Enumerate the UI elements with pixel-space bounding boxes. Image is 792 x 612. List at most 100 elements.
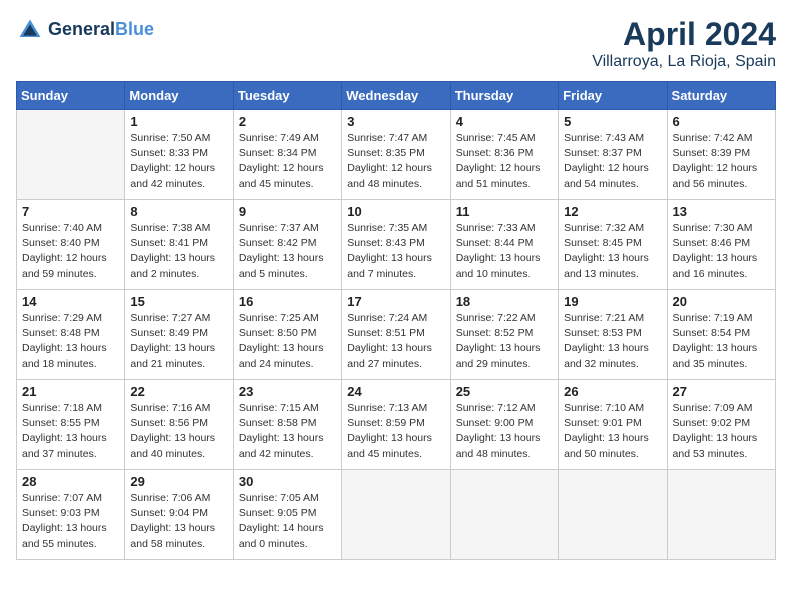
day-number: 19 <box>564 294 661 309</box>
logo-icon <box>16 16 44 44</box>
calendar-cell: 10Sunrise: 7:35 AM Sunset: 8:43 PM Dayli… <box>342 200 450 290</box>
calendar-cell: 30Sunrise: 7:05 AM Sunset: 9:05 PM Dayli… <box>233 470 341 560</box>
day-info: Sunrise: 7:50 AM Sunset: 8:33 PM Dayligh… <box>130 131 227 192</box>
calendar-cell <box>667 470 775 560</box>
calendar-body: 1 Sunrise: 7:50 AM Sunset: 8:33 PM Daylig… <box>17 110 776 560</box>
calendar-week-row: 1 Sunrise: 7:50 AM Sunset: 8:33 PM Daylig… <box>17 110 776 200</box>
day-number: 2 <box>239 114 336 129</box>
calendar-cell: 8Sunrise: 7:38 AM Sunset: 8:41 PM Daylig… <box>125 200 233 290</box>
day-info: Sunrise: 7:27 AM Sunset: 8:49 PM Dayligh… <box>130 311 227 372</box>
calendar-week-row: 7 Sunrise: 7:40 AM Sunset: 8:40 PM Daylig… <box>17 200 776 290</box>
calendar-cell: 22 Sunrise: 7:16 AM Sunset: 8:56 PM Dayli… <box>125 380 233 470</box>
day-number: 23 <box>239 384 336 399</box>
day-number: 3 <box>347 114 444 129</box>
calendar-cell: 17 Sunrise: 7:24 AM Sunset: 8:51 PM Dayli… <box>342 290 450 380</box>
weekday-header-cell: Wednesday <box>342 82 450 110</box>
calendar-cell: 9 Sunrise: 7:37 AM Sunset: 8:42 PM Daylig… <box>233 200 341 290</box>
weekday-header-row: SundayMondayTuesdayWednesdayThursdayFrid… <box>17 82 776 110</box>
day-info: Sunrise: 7:33 AM Sunset: 8:44 PM Dayligh… <box>456 221 553 282</box>
calendar-cell: 12Sunrise: 7:32 AM Sunset: 8:45 PM Dayli… <box>559 200 667 290</box>
day-number: 25 <box>456 384 553 399</box>
weekday-header-cell: Thursday <box>450 82 558 110</box>
day-number: 20 <box>673 294 770 309</box>
calendar-week-row: 14Sunrise: 7:29 AM Sunset: 8:48 PM Dayli… <box>17 290 776 380</box>
calendar-cell <box>559 470 667 560</box>
calendar-cell: 27 Sunrise: 7:09 AM Sunset: 9:02 PM Dayli… <box>667 380 775 470</box>
calendar-cell: 4Sunrise: 7:45 AM Sunset: 8:36 PM Daylig… <box>450 110 558 200</box>
day-number: 24 <box>347 384 444 399</box>
day-number: 21 <box>22 384 119 399</box>
day-info: Sunrise: 7:40 AM Sunset: 8:40 PM Dayligh… <box>22 221 119 282</box>
day-info: Sunrise: 7:37 AM Sunset: 8:42 PM Dayligh… <box>239 221 336 282</box>
weekday-header-cell: Monday <box>125 82 233 110</box>
day-number: 28 <box>22 474 119 489</box>
day-number: 10 <box>347 204 444 219</box>
day-info: Sunrise: 7:24 AM Sunset: 8:51 PM Dayligh… <box>347 311 444 372</box>
calendar-cell: 15 Sunrise: 7:27 AM Sunset: 8:49 PM Dayli… <box>125 290 233 380</box>
day-info: Sunrise: 7:16 AM Sunset: 8:56 PM Dayligh… <box>130 401 227 462</box>
calendar-cell <box>342 470 450 560</box>
logo-text: GeneralBlue <box>48 20 154 40</box>
day-info: Sunrise: 7:15 AM Sunset: 8:58 PM Dayligh… <box>239 401 336 462</box>
day-number: 30 <box>239 474 336 489</box>
day-info: Sunrise: 7:10 AM Sunset: 9:01 PM Dayligh… <box>564 401 661 462</box>
day-info: Sunrise: 7:07 AM Sunset: 9:03 PM Dayligh… <box>22 491 119 552</box>
day-number: 18 <box>456 294 553 309</box>
day-number: 17 <box>347 294 444 309</box>
calendar-subtitle: Villarroya, La Rioja, Spain <box>592 53 776 71</box>
day-number: 22 <box>130 384 227 399</box>
day-info: Sunrise: 7:25 AM Sunset: 8:50 PM Dayligh… <box>239 311 336 372</box>
day-info: Sunrise: 7:42 AM Sunset: 8:39 PM Dayligh… <box>673 131 770 192</box>
day-number: 26 <box>564 384 661 399</box>
calendar-cell: 2Sunrise: 7:49 AM Sunset: 8:34 PM Daylig… <box>233 110 341 200</box>
logo: GeneralBlue <box>16 16 154 44</box>
weekday-header-cell: Friday <box>559 82 667 110</box>
day-info: Sunrise: 7:06 AM Sunset: 9:04 PM Dayligh… <box>130 491 227 552</box>
day-info: Sunrise: 7:47 AM Sunset: 8:35 PM Dayligh… <box>347 131 444 192</box>
day-info: Sunrise: 7:45 AM Sunset: 8:36 PM Dayligh… <box>456 131 553 192</box>
calendar-week-row: 21Sunrise: 7:18 AM Sunset: 8:55 PM Dayli… <box>17 380 776 470</box>
calendar-cell: 19 Sunrise: 7:21 AM Sunset: 8:53 PM Dayli… <box>559 290 667 380</box>
day-number: 29 <box>130 474 227 489</box>
day-info: Sunrise: 7:22 AM Sunset: 8:52 PM Dayligh… <box>456 311 553 372</box>
calendar-cell: 16 Sunrise: 7:25 AM Sunset: 8:50 PM Dayli… <box>233 290 341 380</box>
day-info: Sunrise: 7:21 AM Sunset: 8:53 PM Dayligh… <box>564 311 661 372</box>
calendar-cell <box>17 110 125 200</box>
day-info: Sunrise: 7:19 AM Sunset: 8:54 PM Dayligh… <box>673 311 770 372</box>
title-area: April 2024 Villarroya, La Rioja, Spain <box>592 16 776 71</box>
calendar-cell: 26 Sunrise: 7:10 AM Sunset: 9:01 PM Dayli… <box>559 380 667 470</box>
calendar-cell: 20 Sunrise: 7:19 AM Sunset: 8:54 PM Dayli… <box>667 290 775 380</box>
day-number: 6 <box>673 114 770 129</box>
weekday-header-cell: Sunday <box>17 82 125 110</box>
calendar-week-row: 28 Sunrise: 7:07 AM Sunset: 9:03 PM Dayli… <box>17 470 776 560</box>
calendar-cell: 6 Sunrise: 7:42 AM Sunset: 8:39 PM Daylig… <box>667 110 775 200</box>
day-number: 14 <box>22 294 119 309</box>
calendar-cell: 14Sunrise: 7:29 AM Sunset: 8:48 PM Dayli… <box>17 290 125 380</box>
weekday-header-cell: Tuesday <box>233 82 341 110</box>
day-number: 16 <box>239 294 336 309</box>
day-info: Sunrise: 7:30 AM Sunset: 8:46 PM Dayligh… <box>673 221 770 282</box>
weekday-header-cell: Saturday <box>667 82 775 110</box>
day-info: Sunrise: 7:09 AM Sunset: 9:02 PM Dayligh… <box>673 401 770 462</box>
day-number: 7 <box>22 204 119 219</box>
calendar-cell: 11Sunrise: 7:33 AM Sunset: 8:44 PM Dayli… <box>450 200 558 290</box>
calendar-cell: 28 Sunrise: 7:07 AM Sunset: 9:03 PM Dayli… <box>17 470 125 560</box>
calendar-cell: 18 Sunrise: 7:22 AM Sunset: 8:52 PM Dayli… <box>450 290 558 380</box>
header: GeneralBlue April 2024 Villarroya, La Ri… <box>16 16 776 71</box>
day-number: 27 <box>673 384 770 399</box>
day-info: Sunrise: 7:38 AM Sunset: 8:41 PM Dayligh… <box>130 221 227 282</box>
day-number: 15 <box>130 294 227 309</box>
day-number: 5 <box>564 114 661 129</box>
day-info: Sunrise: 7:13 AM Sunset: 8:59 PM Dayligh… <box>347 401 444 462</box>
calendar-cell: 1 Sunrise: 7:50 AM Sunset: 8:33 PM Daylig… <box>125 110 233 200</box>
day-info: Sunrise: 7:12 AM Sunset: 9:00 PM Dayligh… <box>456 401 553 462</box>
day-number: 1 <box>130 114 227 129</box>
day-number: 13 <box>673 204 770 219</box>
calendar-cell: 21Sunrise: 7:18 AM Sunset: 8:55 PM Dayli… <box>17 380 125 470</box>
calendar-cell: 24 Sunrise: 7:13 AM Sunset: 8:59 PM Dayli… <box>342 380 450 470</box>
calendar-cell <box>450 470 558 560</box>
calendar-cell: 13 Sunrise: 7:30 AM Sunset: 8:46 PM Dayli… <box>667 200 775 290</box>
calendar-cell: 3 Sunrise: 7:47 AM Sunset: 8:35 PM Daylig… <box>342 110 450 200</box>
day-number: 9 <box>239 204 336 219</box>
day-info: Sunrise: 7:32 AM Sunset: 8:45 PM Dayligh… <box>564 221 661 282</box>
